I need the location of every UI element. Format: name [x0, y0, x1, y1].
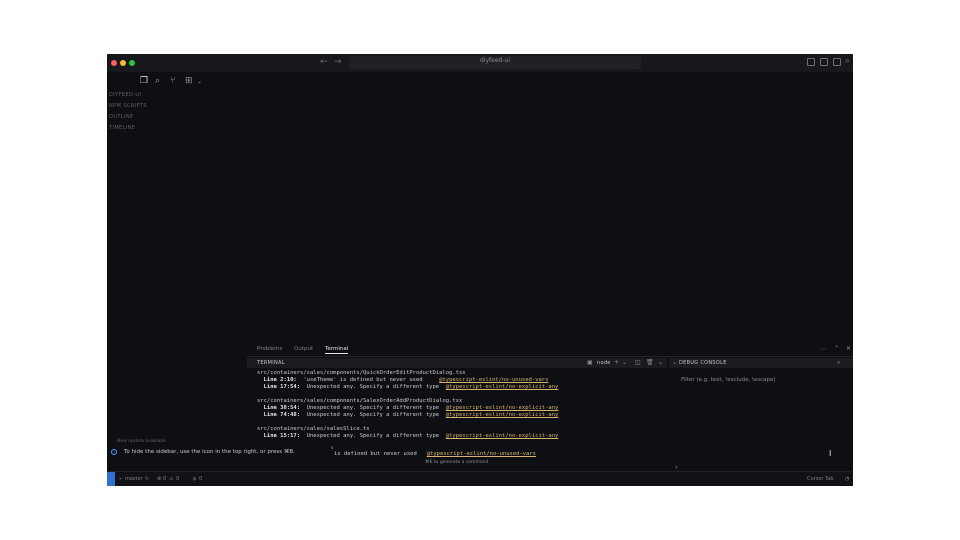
chevron-right-icon[interactable]: ›: [675, 463, 678, 471]
sidebar-section-outline[interactable]: OUTLINE: [109, 114, 134, 120]
terminal-header: TERMINAL ▣ node + ⌄ ◫ 🗑 ⌄: [247, 358, 667, 368]
terminal-shell-label[interactable]: node: [597, 360, 611, 366]
ports-count[interactable]: 0: [199, 476, 202, 482]
warning-count[interactable]: 0: [176, 476, 179, 482]
issue-message: Unexpected any. Specify a different type: [300, 384, 446, 390]
issue-message: Unexpected any. Specify a different type: [300, 433, 446, 439]
cursor-tab-status[interactable]: Cursor Tab: [807, 476, 834, 482]
more-actions-icon[interactable]: ⋯: [820, 346, 826, 353]
error-count[interactable]: 0: [163, 476, 166, 482]
toggle-panel-icon[interactable]: [820, 58, 828, 66]
eslint-rule-link[interactable]: @typescript-eslint/no-unused-vars: [439, 377, 548, 383]
issue-message: 'useTheme' is defined but never used: [296, 377, 440, 383]
close-panel-icon[interactable]: ✕: [846, 345, 851, 352]
ports-icon: ψ: [193, 476, 197, 482]
bell-icon[interactable]: ◔: [845, 476, 849, 482]
issue-message: Unexpected any. Specify a different type: [300, 405, 446, 411]
fragment-rule[interactable]: @typescript-eslint/no-unused-vars: [427, 451, 536, 457]
trash-icon[interactable]: 🗑: [646, 359, 654, 366]
branch-name[interactable]: master: [125, 476, 143, 482]
eslint-rule-link[interactable]: @typescript-eslint/no-explicit-any: [446, 405, 559, 411]
issue-location[interactable]: Line 15:17:: [257, 433, 300, 439]
arrow-left-icon[interactable]: ←: [320, 57, 328, 67]
tab-terminal[interactable]: Terminal: [325, 346, 349, 354]
debug-filter-input[interactable]: Filter (e.g. text, !exclude, \escape): [681, 377, 776, 383]
search-icon[interactable]: ⌕: [837, 359, 840, 367]
debug-console-title[interactable]: DEBUG CONSOLE: [679, 360, 727, 366]
generate-command-hint[interactable]: ⌘K to generate a command: [425, 460, 488, 465]
terminal-line: Line 30:54: Unexpected any. Specify a di…: [257, 405, 677, 412]
branch-icon: ⑂: [119, 476, 123, 482]
split-terminal-icon[interactable]: ◫: [635, 359, 641, 366]
terminal-line: Line 74:48: Unexpected any. Specify a di…: [257, 412, 677, 419]
toggle-sidebar-icon[interactable]: [807, 58, 815, 66]
chevron-up-icon[interactable]: ⌃: [834, 345, 839, 352]
remote-indicator[interactable]: [107, 472, 115, 486]
source-control-icon[interactable]: ⑂: [170, 76, 175, 86]
new-terminal-icon[interactable]: +: [614, 359, 619, 366]
explorer-icon[interactable]: ❐: [140, 76, 148, 86]
terminal-line: src/containers/sales/components/QuickOrd…: [257, 370, 466, 376]
info-icon: i: [111, 449, 117, 455]
status-bar: ⑂ master ↻ ⊗ 0 ⚠ 0 ψ 0 Cursor Tab ◔: [107, 471, 853, 486]
panel-divider: [247, 356, 853, 357]
minimize-window-button[interactable]: [120, 60, 126, 66]
terminal-line: Line 2:10: 'useTheme' is defined but nev…: [257, 377, 677, 384]
eslint-rule-link[interactable]: @typescript-eslint/no-explicit-any: [446, 433, 559, 439]
search-view-icon[interactable]: ⌕: [155, 76, 160, 86]
issue-message: Unexpected any. Specify a different type: [300, 412, 446, 418]
sidebar-section-npm-scripts[interactable]: NPM SCRIPTS: [109, 103, 147, 109]
zoom-window-button[interactable]: [129, 60, 135, 66]
fragment-s: s: [331, 445, 334, 450]
chevron-down-icon[interactable]: ⌄: [658, 359, 663, 366]
text-cursor-icon: I: [829, 449, 832, 458]
toggle-secondary-sidebar-icon[interactable]: [833, 58, 841, 66]
issue-location[interactable]: Line 74:48:: [257, 412, 300, 418]
issue-location[interactable]: Line 30:54:: [257, 405, 300, 411]
issue-location[interactable]: Line 17:54:: [257, 384, 300, 390]
terminal-icon: ▣: [587, 359, 593, 366]
terminal-fragment: is defined but never used @typescript-es…: [334, 451, 536, 457]
chevron-down-icon[interactable]: ⌄: [672, 359, 677, 366]
terminal-line: Line 17:54: Unexpected any. Specify a di…: [257, 384, 677, 391]
sidebar-section-project[interactable]: DIYFEED-UI: [109, 92, 141, 98]
chevron-down-icon[interactable]: ⌄: [622, 359, 627, 366]
terminal-line: Line 15:17: Unexpected any. Specify a di…: [257, 433, 677, 440]
terminal-output[interactable]: src/containers/sales/components/QuickOrd…: [257, 370, 677, 440]
terminal-line: src/containers/sales/components/SalesOrd…: [257, 398, 463, 404]
tab-problems[interactable]: Problems: [257, 346, 282, 352]
debug-console-header: ⌄ DEBUG CONSOLE ⌕: [669, 358, 853, 368]
command-center[interactable]: diyfeed-ui: [349, 56, 641, 69]
eslint-rule-link[interactable]: @typescript-eslint/no-explicit-any: [446, 412, 559, 418]
error-icon: ⊗: [157, 476, 162, 482]
window-title: diyfeed-ui: [480, 57, 510, 64]
search-icon[interactable]: ⌕: [845, 56, 850, 66]
eslint-rule-link[interactable]: @typescript-eslint/no-explicit-any: [446, 384, 559, 390]
close-window-button[interactable]: [111, 60, 117, 66]
chevron-down-icon[interactable]: ⌄: [197, 78, 202, 85]
arrow-right-icon[interactable]: →: [334, 57, 342, 67]
sidebar-section-timeline[interactable]: TIMELINE: [109, 125, 135, 131]
extensions-icon[interactable]: ⊞: [185, 76, 193, 86]
fragment-msg: is defined but never used: [334, 451, 427, 457]
tab-output[interactable]: Output: [294, 346, 313, 352]
ide-window: ← → diyfeed-ui ⌕ ❐ ⌕ ⑂ ⊞ ⌄ DIYFEED-UI NP…: [107, 54, 853, 486]
warning-icon: ⚠: [169, 476, 174, 482]
update-available-hint[interactable]: New update available: [117, 439, 166, 444]
issue-location[interactable]: Line 2:10:: [257, 377, 297, 383]
terminal-header-title: TERMINAL: [257, 360, 285, 366]
notification-text: To hide the sidebar, use the icon in the…: [124, 449, 295, 455]
sync-icon[interactable]: ↻: [145, 476, 149, 482]
title-bar: ← → diyfeed-ui ⌕: [107, 54, 853, 72]
terminal-line: src/containers/sales/salesSlice.ts: [257, 426, 370, 432]
notification-toast[interactable]: i To hide the sidebar, use the icon in t…: [107, 445, 853, 461]
